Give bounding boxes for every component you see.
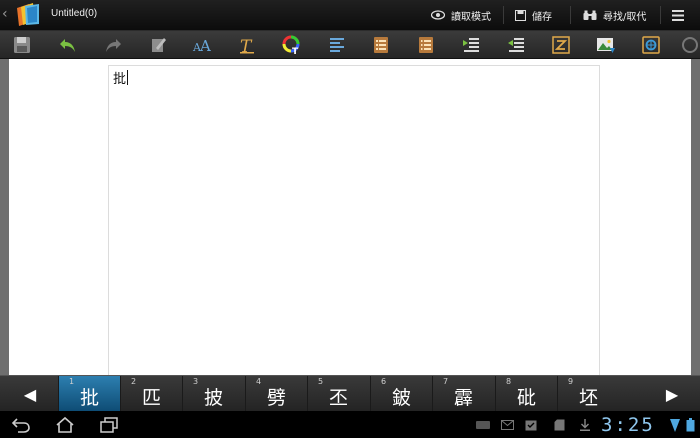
download-icon[interactable] <box>578 418 592 432</box>
candidate-7[interactable]: 7 霹 <box>432 376 494 412</box>
candidate-char: 丕 <box>328 387 348 409</box>
save-icon <box>515 9 526 21</box>
more-icon[interactable] <box>681 33 700 56</box>
next-candidates-button[interactable]: ▶ <box>646 376 698 412</box>
indent-decrease-icon[interactable] <box>504 33 528 56</box>
candidate-char: 霹 <box>453 387 473 409</box>
overflow-menu-button[interactable] <box>672 0 690 30</box>
find-replace-label: 尋找/取代 <box>603 11 647 23</box>
candidate-6[interactable]: 6 鈹 <box>370 376 432 412</box>
candidate-char: 鈹 <box>391 387 411 409</box>
insert-link-icon[interactable] <box>639 33 663 56</box>
undo-icon[interactable] <box>56 33 80 56</box>
home-icon[interactable] <box>53 415 77 435</box>
text-direction-icon[interactable] <box>549 33 573 56</box>
page-outline[interactable] <box>108 65 600 386</box>
candidate-5[interactable]: 5 丕 <box>307 376 369 412</box>
read-mode-label: 讀取模式 <box>451 11 491 23</box>
candidate-8[interactable]: 8 砒 <box>495 376 557 412</box>
action-bar: ‹ Untitled(0) 讀取模式 儲存 尋找/取代 <box>0 0 700 31</box>
redo-icon[interactable] <box>101 33 125 56</box>
right-margin-rail <box>691 59 700 375</box>
binoculars-icon <box>583 10 597 20</box>
candidate-char: 批 <box>79 387 99 409</box>
wifi-icon <box>668 418 682 432</box>
numbered-list-icon[interactable] <box>414 33 438 56</box>
save-label: 儲存 <box>532 11 552 23</box>
task-icon[interactable] <box>524 418 538 432</box>
back-chevron-icon[interactable]: ‹ <box>2 4 12 24</box>
bullet-list-icon[interactable] <box>369 33 393 56</box>
svg-text:A: A <box>199 37 211 54</box>
previous-candidates-button[interactable]: ◀ <box>4 376 56 412</box>
text-caret <box>127 70 128 85</box>
back-icon[interactable] <box>9 415 33 435</box>
formatting-toolbar: AA T T <box>0 31 700 59</box>
insert-image-icon[interactable] <box>594 33 618 56</box>
read-mode-button[interactable]: 讀取模式 <box>431 0 491 30</box>
divider <box>503 6 504 24</box>
candidate-9[interactable]: 9 坯 <box>557 376 619 412</box>
clear-format-icon[interactable] <box>146 33 170 56</box>
candidate-2[interactable]: 2 匹 <box>120 376 182 412</box>
eye-icon <box>431 10 445 20</box>
app-logo-icon[interactable] <box>13 2 43 28</box>
font-size-icon[interactable]: AA <box>190 33 214 56</box>
svg-text:T: T <box>240 37 253 54</box>
mail-icon[interactable] <box>500 418 514 432</box>
candidate-char: 匹 <box>141 387 161 409</box>
battery-icon <box>683 418 697 432</box>
candidate-char: 坯 <box>578 387 598 409</box>
find-replace-button[interactable]: 尋找/取代 <box>583 0 646 30</box>
document-text[interactable]: 批 <box>113 68 126 87</box>
save-button[interactable]: 儲存 <box>515 0 552 30</box>
left-margin-rail <box>0 59 9 375</box>
clock: 3:25 <box>601 414 655 436</box>
indent-increase-icon[interactable] <box>459 33 483 56</box>
ime-candidate-bar: ◀ 1 批 2 匹 3 披 4 劈 5 丕 6 鈹 7 霹 8 砒 9 坯 ▶ <box>0 375 700 412</box>
candidate-1[interactable]: 1 批 <box>58 376 120 412</box>
candidate-char: 砒 <box>516 387 536 409</box>
candidate-4[interactable]: 4 劈 <box>245 376 307 412</box>
font-style-icon[interactable]: T <box>235 33 259 56</box>
system-navigation-bar: 3:25 <box>0 411 700 438</box>
align-icon[interactable] <box>325 33 349 56</box>
divider <box>570 6 571 24</box>
save-icon[interactable] <box>10 33 34 56</box>
divider <box>660 6 661 24</box>
sd-card-icon[interactable] <box>552 418 566 432</box>
document-title: Untitled(0) <box>51 8 98 19</box>
recent-apps-icon[interactable] <box>97 415 121 435</box>
candidate-3[interactable]: 3 披 <box>182 376 244 412</box>
notification-icon[interactable] <box>476 418 490 432</box>
menu-icon <box>672 9 684 21</box>
text-color-icon[interactable]: T <box>280 33 304 56</box>
candidate-char: 披 <box>203 387 223 409</box>
svg-text:T: T <box>292 47 299 55</box>
candidate-char: 劈 <box>266 387 286 409</box>
